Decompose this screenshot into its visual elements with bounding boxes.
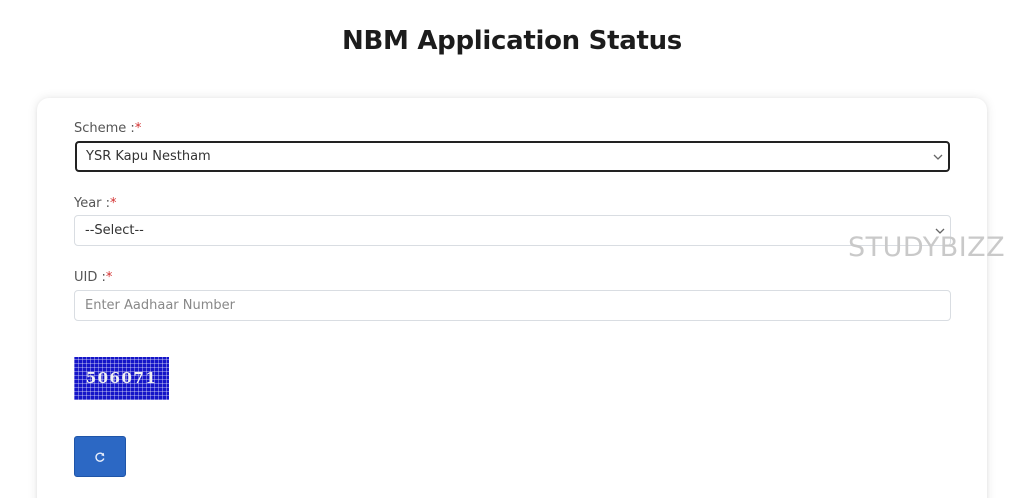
year-select[interactable]: --Select-- xyxy=(74,215,951,246)
uid-required-mark: * xyxy=(105,270,113,285)
chevron-down-icon xyxy=(933,154,943,160)
captcha-code: 506071 xyxy=(85,369,158,387)
year-selected-value: --Select-- xyxy=(85,223,144,238)
scheme-select[interactable]: YSR Kapu Nestham xyxy=(75,141,950,172)
scheme-label-text: Scheme : xyxy=(74,121,135,136)
aadhaar-input-placeholder: Enter Aadhaar Number xyxy=(85,298,236,313)
aadhaar-input[interactable]: Enter Aadhaar Number xyxy=(74,290,951,321)
refresh-icon xyxy=(95,452,105,462)
year-label-text: Year : xyxy=(74,196,111,211)
year-label: Year :* xyxy=(74,196,117,211)
watermark: STUDYBIZZ xyxy=(848,232,1006,263)
captcha-image: 506071 xyxy=(74,357,169,400)
scheme-label: Scheme :* xyxy=(74,121,141,136)
uid-label-text: UID : xyxy=(74,270,106,285)
page-title: NBM Application Status xyxy=(342,26,682,56)
uid-label: UID :* xyxy=(74,270,112,285)
year-required-mark: * xyxy=(110,196,117,211)
status-form-card: Scheme :* YSR Kapu Nestham Year :* --Sel… xyxy=(37,98,987,498)
refresh-captcha-button[interactable] xyxy=(74,436,126,477)
scheme-required-mark: * xyxy=(134,121,142,136)
scheme-selected-value: YSR Kapu Nestham xyxy=(86,149,211,164)
